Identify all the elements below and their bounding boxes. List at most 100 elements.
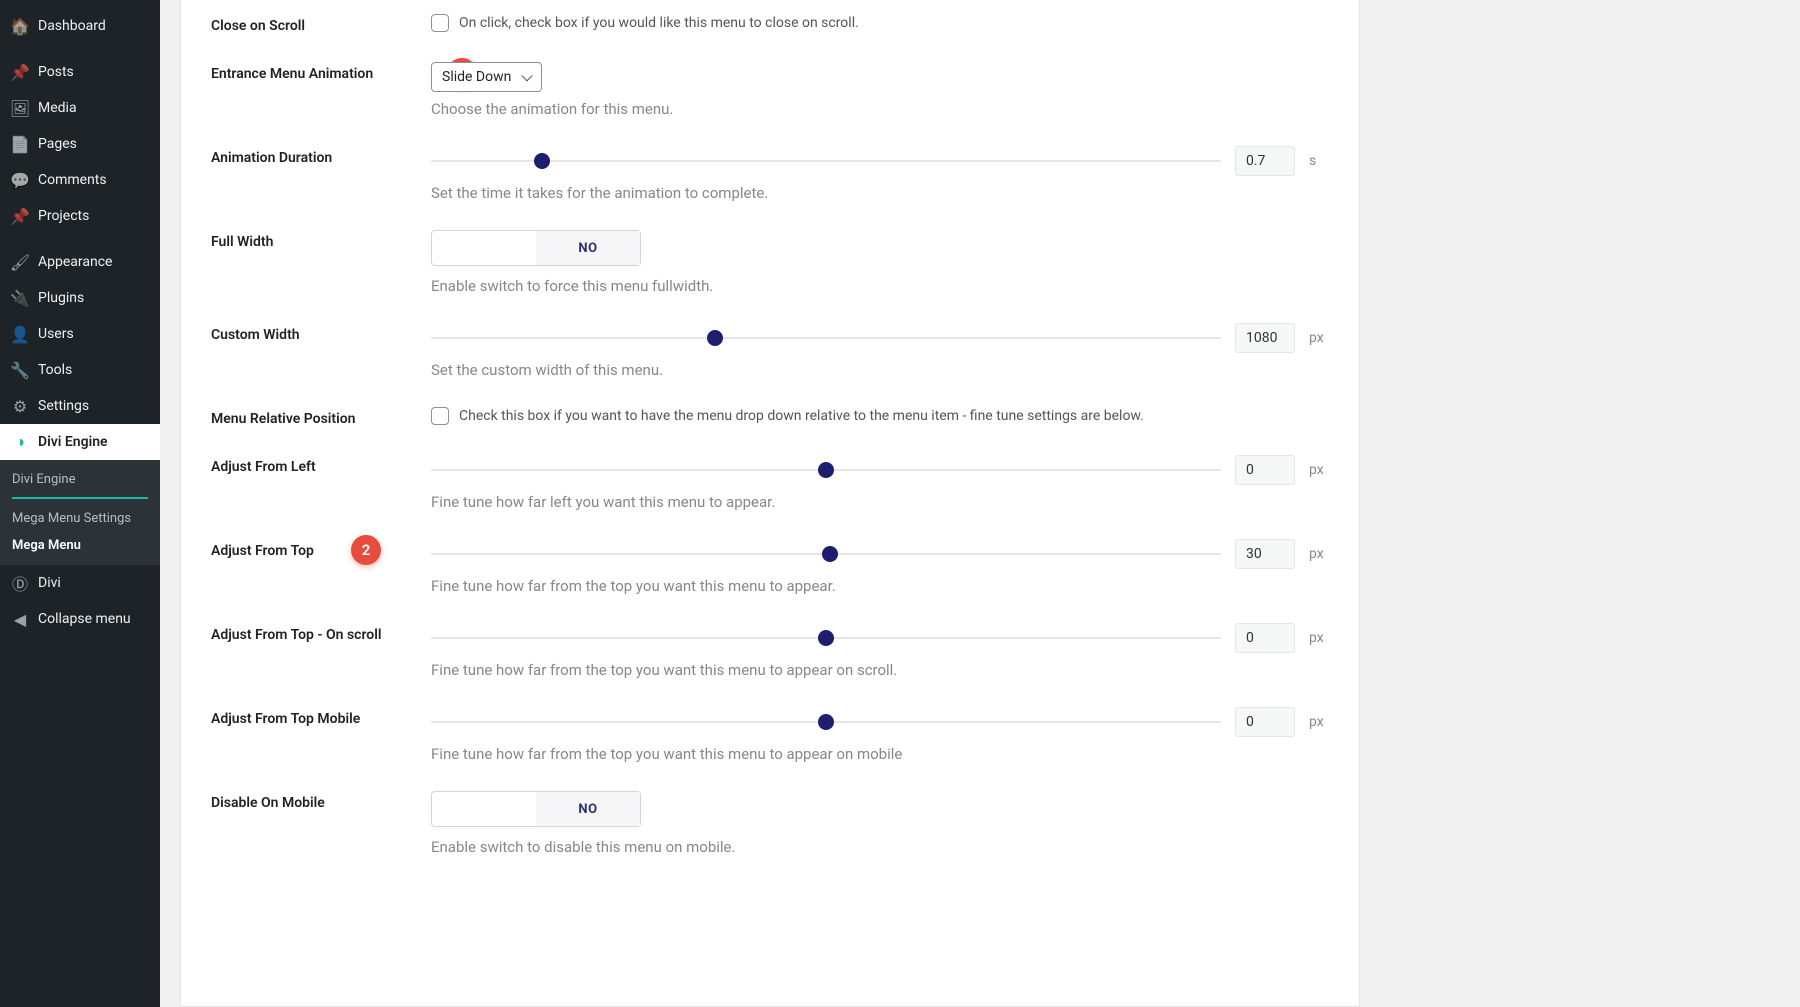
field-entrance-animation: Entrance Menu Animation 1 Slide Down Cho… [211, 48, 1329, 132]
adjust-from-top-scroll-slider[interactable] [431, 637, 1221, 639]
custom-width-input[interactable]: 1080 [1235, 323, 1295, 353]
full-width-toggle[interactable]: NO [431, 230, 641, 266]
sidebar-item-dashboard[interactable]: 🏠 Dashboard [0, 8, 160, 44]
slider-thumb[interactable] [818, 714, 834, 730]
sidebar-item-label: Projects [38, 208, 89, 224]
field-description: Set the custom width of this menu. [431, 361, 1329, 379]
field-menu-relative-position: Menu Relative Position Check this box if… [211, 393, 1329, 441]
unit-label: s [1309, 153, 1329, 169]
field-label: Adjust From Top 2 [211, 539, 431, 559]
field-close-on-scroll: Close on Scroll On click, check box if y… [211, 0, 1329, 48]
unit-label: px [1309, 546, 1329, 562]
field-label: Entrance Menu Animation 1 [211, 62, 431, 82]
plugin-icon: 🔌 [10, 288, 30, 308]
sidebar-item-label: Comments [38, 172, 107, 188]
unit-label: px [1309, 714, 1329, 730]
field-description: Fine tune how far left you want this men… [431, 493, 1329, 511]
unit-label: px [1309, 462, 1329, 478]
submenu-item-mega-menu-settings[interactable]: Mega Menu Settings [0, 505, 160, 532]
sidebar-item-label: Plugins [38, 290, 84, 306]
sidebar-item-divi[interactable]: Ⓓ Divi [0, 565, 160, 601]
adjust-from-top-mobile-slider[interactable] [431, 721, 1221, 723]
slider-thumb[interactable] [818, 462, 834, 478]
sidebar-item-collapse[interactable]: ◀ Collapse menu [0, 601, 160, 637]
sidebar-submenu-divi-engine: Divi Engine Mega Menu Settings Mega Menu [0, 460, 160, 565]
sidebar-item-label: Pages [38, 136, 77, 152]
sidebar-item-divi-engine[interactable]: ◑ Divi Engine [0, 424, 160, 460]
dashboard-icon: 🏠 [10, 16, 30, 36]
sidebar-item-tools[interactable]: 🔧 Tools [0, 352, 160, 388]
disable-on-mobile-toggle[interactable]: NO [431, 791, 641, 827]
sidebar-item-media[interactable]: 🖼 Media [0, 90, 160, 126]
field-adjust-from-top-mobile: Adjust From Top Mobile 0 px Fine tune ho… [211, 693, 1329, 777]
annotation-badge-2: 2 [351, 535, 381, 565]
sidebar-item-label: Users [38, 326, 74, 342]
slider-thumb[interactable] [534, 153, 550, 169]
entrance-animation-select[interactable]: Slide Down [431, 62, 542, 92]
field-label: Adjust From Top - On scroll [211, 623, 431, 643]
toggle-on [432, 792, 536, 826]
field-label: Adjust From Left [211, 455, 431, 475]
checkbox-text: Check this box if you want to have the m… [459, 408, 1144, 424]
select-value: Slide Down [442, 69, 511, 85]
slider-thumb[interactable] [818, 630, 834, 646]
field-adjust-from-left: Adjust From Left 0 px Fine tune how far … [211, 441, 1329, 525]
collapse-icon: ◀ [10, 609, 30, 629]
page-icon: 📄 [10, 134, 30, 154]
field-label: Full Width [211, 230, 431, 250]
adjust-from-top-mobile-input[interactable]: 0 [1235, 707, 1295, 737]
checkbox-text: On click, check box if you would like th… [459, 15, 859, 31]
adjust-from-left-input[interactable]: 0 [1235, 455, 1295, 485]
sidebar-item-settings[interactable]: ⚙ Settings [0, 388, 160, 424]
menu-relative-position-checkbox[interactable] [431, 407, 449, 425]
settings-panel: Close on Scroll On click, check box if y… [180, 0, 1360, 1007]
submenu-item-mega-menu[interactable]: Mega Menu [0, 532, 160, 559]
adjust-from-top-scroll-input[interactable]: 0 [1235, 623, 1295, 653]
animation-duration-slider[interactable] [431, 160, 1221, 162]
sidebar-item-projects[interactable]: 📌 Projects [0, 198, 160, 234]
sidebar-item-plugins[interactable]: 🔌 Plugins [0, 280, 160, 316]
animation-duration-input[interactable]: 0.7 [1235, 146, 1295, 176]
field-description: Fine tune how far from the top you want … [431, 577, 1329, 595]
sidebar-item-users[interactable]: 👤 Users [0, 316, 160, 352]
sidebar-item-label: Media [38, 100, 77, 116]
field-description: Enable switch to disable this menu on mo… [431, 838, 1329, 856]
adjust-from-left-slider[interactable] [431, 469, 1221, 471]
field-custom-width: Custom Width 1080 px Set the custom widt… [211, 309, 1329, 393]
adjust-from-top-input[interactable]: 30 [1235, 539, 1295, 569]
adjust-from-top-slider[interactable] [431, 553, 1221, 555]
sidebar-item-pages[interactable]: 📄 Pages [0, 126, 160, 162]
divi-icon: Ⓓ [10, 573, 30, 593]
sidebar-item-label: Tools [38, 362, 72, 378]
unit-label: px [1309, 330, 1329, 346]
field-description: Enable switch to force this menu fullwid… [431, 277, 1329, 295]
sidebar-item-label: Divi [38, 575, 61, 591]
submenu-item-divi-engine[interactable]: Divi Engine [0, 466, 160, 493]
field-label: Adjust From Top Mobile [211, 707, 431, 727]
pin-icon: 📌 [10, 206, 30, 226]
submenu-separator [12, 497, 148, 499]
unit-label: px [1309, 630, 1329, 646]
custom-width-slider[interactable] [431, 337, 1221, 339]
field-adjust-from-top-scroll: Adjust From Top - On scroll 0 px Fine tu… [211, 609, 1329, 693]
field-full-width: Full Width NO Enable switch to force thi… [211, 216, 1329, 309]
sidebar-item-label: Collapse menu [38, 611, 131, 627]
slider-thumb[interactable] [707, 330, 723, 346]
field-description: Set the time it takes for the animation … [431, 184, 1329, 202]
field-description: Fine tune how far from the top you want … [431, 745, 1329, 763]
field-label: Custom Width [211, 323, 431, 343]
sidebar-item-appearance[interactable]: 🖌 Appearance [0, 244, 160, 280]
divi-engine-icon: ◑ [10, 432, 30, 452]
toggle-on [432, 231, 536, 265]
sidebar-item-comments[interactable]: 💬 Comments [0, 162, 160, 198]
close-on-scroll-checkbox[interactable] [431, 14, 449, 32]
field-animation-duration: Animation Duration 0.7 s Set the time it… [211, 132, 1329, 216]
comment-icon: 💬 [10, 170, 30, 190]
settings-icon: ⚙ [10, 396, 30, 416]
user-icon: 👤 [10, 324, 30, 344]
slider-thumb[interactable] [822, 546, 838, 562]
field-label: Disable On Mobile [211, 791, 431, 811]
sidebar-item-posts[interactable]: 📌 Posts [0, 54, 160, 90]
sidebar-item-label: Appearance [38, 254, 112, 270]
brush-icon: 🖌 [10, 252, 30, 272]
